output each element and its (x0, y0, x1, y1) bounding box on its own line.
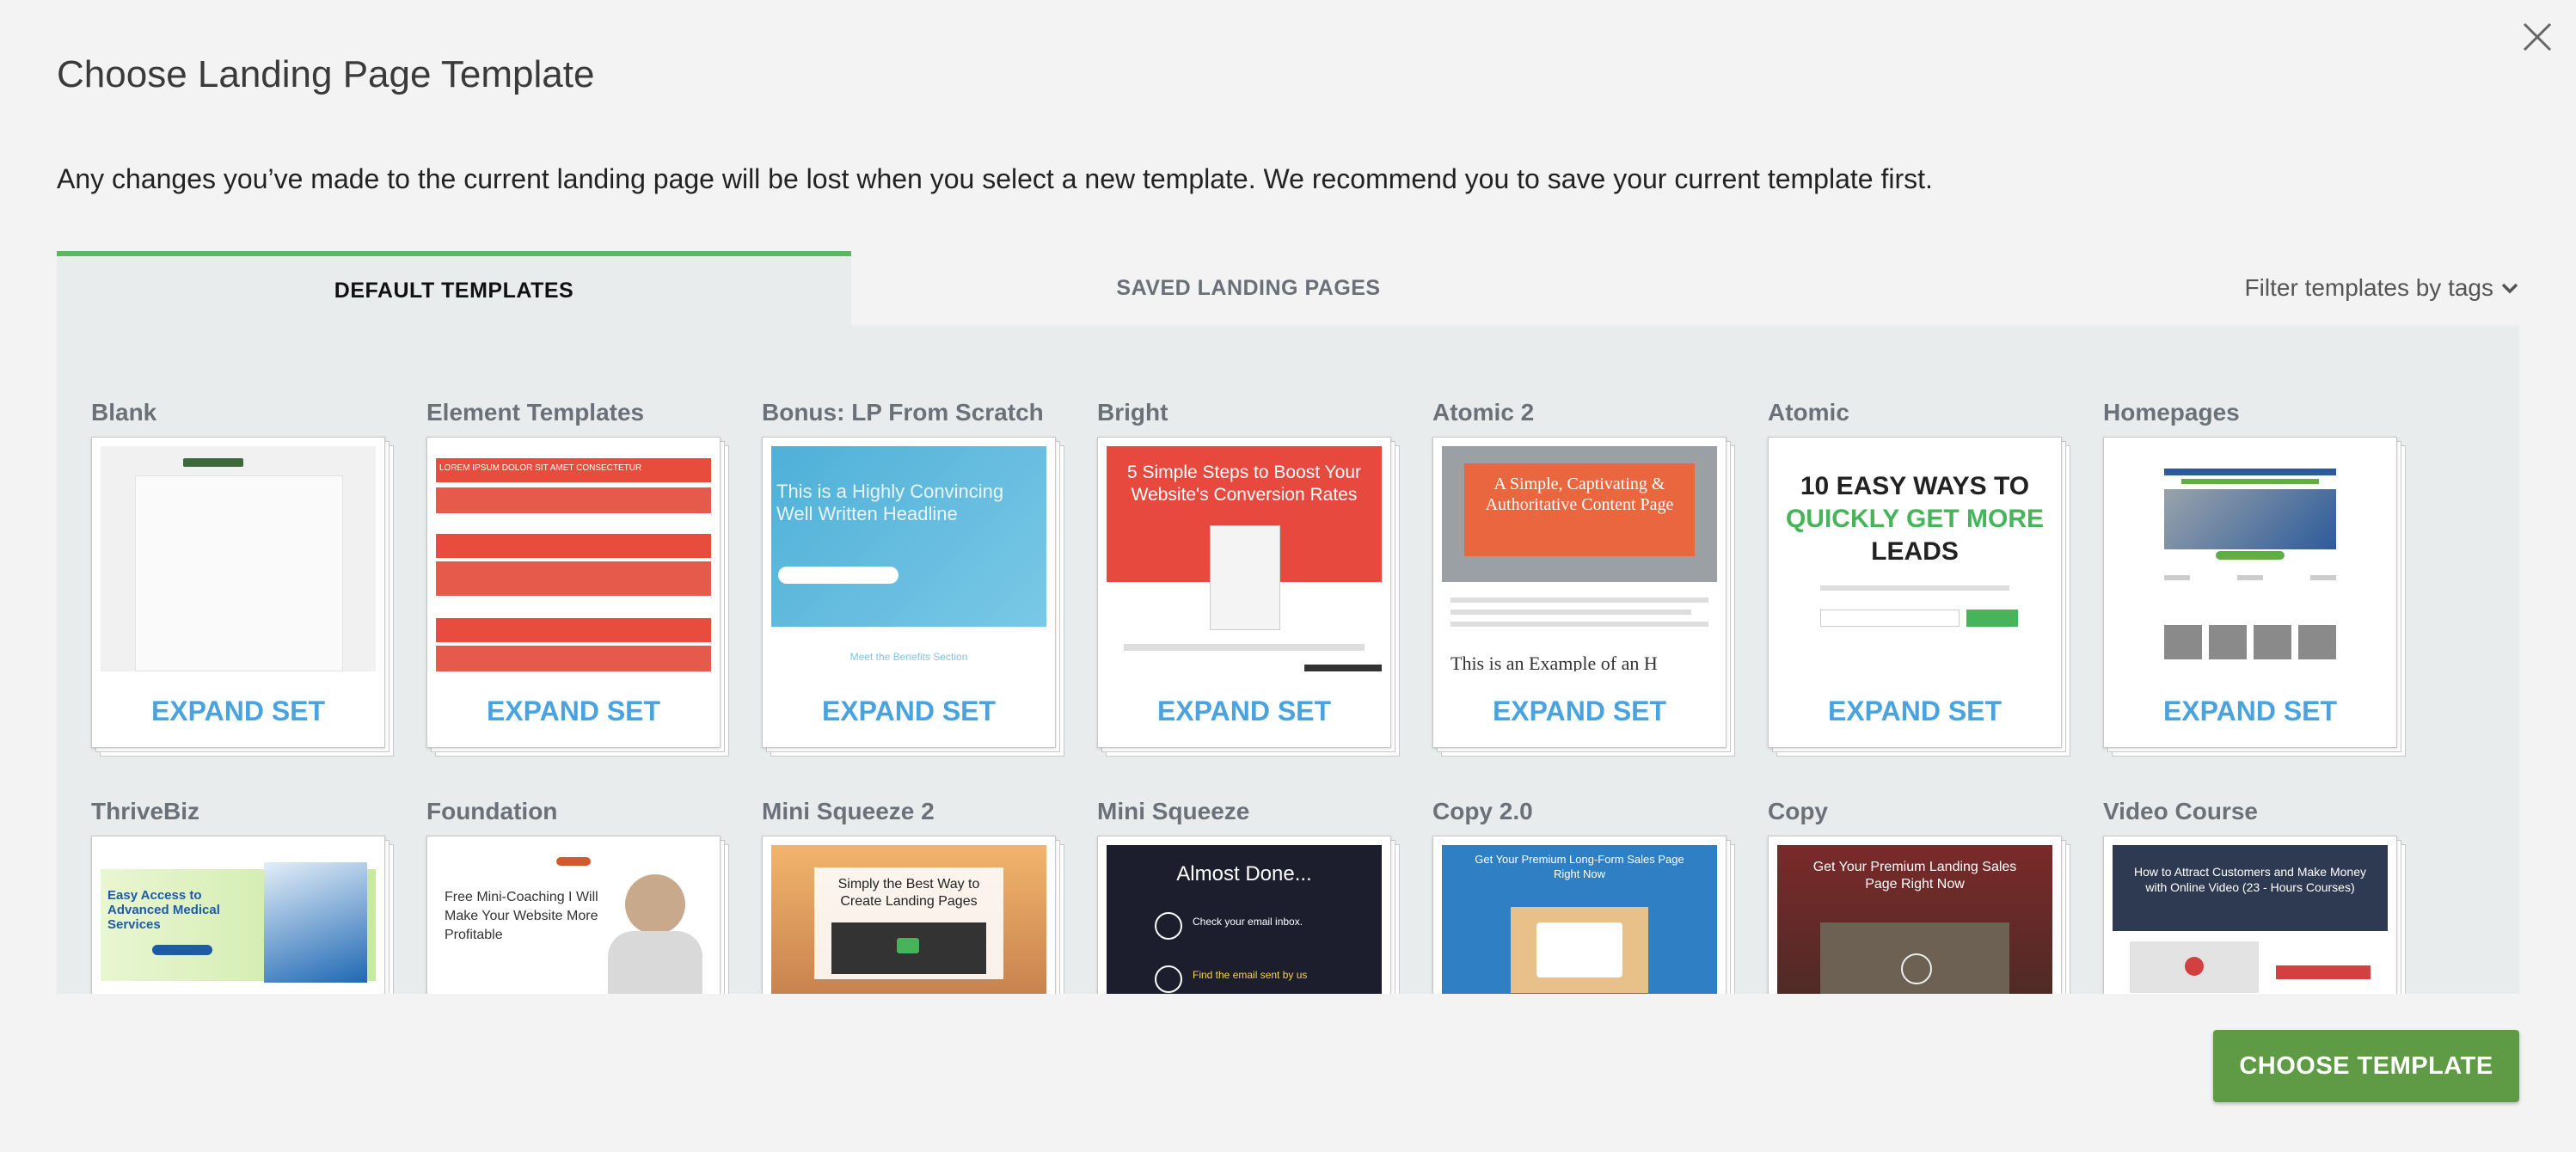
template-preview[interactable]: Get Your Premium Landing Sales Page Righ… (1768, 836, 2070, 994)
template-grid: Blank EXPAND SET Element Templates LOREM… (57, 325, 2519, 994)
template-set-card: Atomic 10 EASY WAYS TO QUICKLY GET MORE … (1768, 399, 2072, 757)
filter-tags-dropdown[interactable]: Filter templates by tags (2245, 251, 2519, 325)
template-set-card: Bonus: LP From Scratch This is a Highly … (762, 399, 1066, 757)
homepages-thumbnail (2113, 446, 2388, 671)
template-set-name: Blank (91, 399, 157, 426)
close-button[interactable] (2519, 19, 2555, 55)
expand-set-button[interactable]: EXPAND SET (92, 695, 384, 727)
template-preview[interactable]: This is a Highly Convincing Well Written… (762, 437, 1064, 757)
template-set-name: ThriveBiz (91, 798, 200, 824)
template-preview[interactable]: EXPAND SET (2103, 437, 2406, 757)
template-set-name: Element Templates (426, 399, 645, 426)
mini-squeeze-thumbnail: Almost Done... Check your email inbox. F… (1107, 845, 1382, 994)
mini-squeeze-2-thumbnail: Simply the Best Way to Create Landing Pa… (771, 845, 1046, 994)
template-preview[interactable]: LOREM IPSUM DOLOR SIT AMET CONSECTETUR E… (426, 437, 729, 757)
template-set-card: Bright 5 Simple Steps to Boost Your Webs… (1097, 399, 1401, 757)
template-set-card: Video Course How to Attract Customers an… (2103, 798, 2407, 994)
template-tabs: DEFAULT TEMPLATES SAVED LANDING PAGES Fi… (57, 251, 2519, 325)
template-preview[interactable]: Easy Access to Advanced Medical Services (91, 836, 394, 994)
element-templates-thumbnail: LOREM IPSUM DOLOR SIT AMET CONSECTETUR (436, 446, 711, 671)
tab-saved-landing-pages[interactable]: SAVED LANDING PAGES (851, 251, 1646, 325)
tab-default-templates[interactable]: DEFAULT TEMPLATES (57, 251, 851, 325)
template-set-card: Element Templates LOREM IPSUM DOLOR SIT … (426, 399, 731, 757)
blank-thumbnail (101, 446, 376, 671)
template-set-name: Bright (1097, 399, 1168, 426)
template-set-card: Atomic 2 A Simple, Captivating & Authori… (1432, 399, 1737, 757)
expand-set-button[interactable]: EXPAND SET (1433, 695, 1726, 727)
foundation-thumbnail: Free Mini-Coaching I Will Make Your Webs… (436, 845, 711, 994)
template-set-name: Atomic (1768, 399, 1849, 426)
expand-set-button[interactable]: EXPAND SET (2104, 695, 2396, 727)
copy-thumbnail: Get Your Premium Landing Sales Page Righ… (1777, 845, 2052, 994)
bright-thumbnail: 5 Simple Steps to Boost Your Website's C… (1107, 446, 1382, 671)
tab-label: DEFAULT TEMPLATES (334, 278, 574, 303)
template-set-card: Mini Squeeze 2 Simply the Best Way to Cr… (762, 798, 1066, 994)
close-icon (2523, 22, 2552, 52)
template-preview[interactable]: Free Mini-Coaching I Will Make Your Webs… (426, 836, 729, 994)
warning-notice: Any changes you’ve made to the current l… (57, 163, 1933, 194)
expand-set-button[interactable]: EXPAND SET (1769, 695, 2061, 727)
template-preview[interactable]: 10 EASY WAYS TO QUICKLY GET MORE LEADS E… (1768, 437, 2070, 757)
template-preview[interactable]: EXPAND SET (91, 437, 394, 757)
template-set-card: Foundation Free Mini-Coaching I Will Mak… (426, 798, 731, 994)
choose-template-button[interactable]: CHOOSE TEMPLATE (2213, 1030, 2519, 1102)
chevron-down-icon (2501, 283, 2518, 294)
dialog-title: Choose Landing Page Template (57, 53, 595, 95)
expand-set-button[interactable]: EXPAND SET (427, 695, 720, 727)
expand-set-button[interactable]: EXPAND SET (763, 695, 1055, 727)
template-set-name: Mini Squeeze (1097, 798, 1250, 824)
template-set-card: Copy 2.0 Get Your Premium Long-Form Sale… (1432, 798, 1737, 994)
lp-from-scratch-thumbnail: This is a Highly Convincing Well Written… (771, 446, 1046, 671)
template-set-card: Mini Squeeze Almost Done... Check your e… (1097, 798, 1401, 994)
template-preview[interactable]: Get Your Premium Long-Form Sales Page Ri… (1432, 836, 1735, 994)
atomic-2-thumbnail: A Simple, Captivating & Authoritative Co… (1442, 446, 1717, 671)
template-preview[interactable]: A Simple, Captivating & Authoritative Co… (1432, 437, 1735, 757)
template-set-name: Homepages (2103, 399, 2240, 426)
template-preview[interactable]: How to Attract Customers and Make Money … (2103, 836, 2406, 994)
expand-set-button[interactable]: EXPAND SET (1098, 695, 1390, 727)
template-set-card: Homepages EXPAND SET (2103, 399, 2407, 757)
template-preview[interactable]: 5 Simple Steps to Boost Your Website's C… (1097, 437, 1400, 757)
template-preview[interactable]: Almost Done... Check your email inbox. F… (1097, 836, 1400, 994)
template-set-name: Bonus: LP From Scratch (762, 399, 1044, 426)
template-set-name: Mini Squeeze 2 (762, 798, 935, 824)
tab-label: SAVED LANDING PAGES (1116, 275, 1381, 300)
template-set-name: Atomic 2 (1432, 399, 1535, 426)
template-set-name: Copy (1768, 798, 1828, 824)
template-set-card: Copy Get Your Premium Landing Sales Page… (1768, 798, 2072, 994)
copy-2-thumbnail: Get Your Premium Long-Form Sales Page Ri… (1442, 845, 1717, 994)
template-set-card: Blank EXPAND SET (91, 399, 396, 757)
thrivebiz-thumbnail: Easy Access to Advanced Medical Services (101, 845, 376, 994)
template-set-name: Video Course (2103, 798, 2258, 824)
filter-label: Filter templates by tags (2244, 274, 2493, 301)
template-set-card: ThriveBiz Easy Access to Advanced Medica… (91, 798, 396, 994)
template-set-name: Foundation (426, 798, 558, 824)
template-set-name: Copy 2.0 (1432, 798, 1533, 824)
atomic-thumbnail: 10 EASY WAYS TO QUICKLY GET MORE LEADS (1777, 446, 2052, 671)
video-course-thumbnail: How to Attract Customers and Make Money … (2113, 845, 2388, 994)
template-preview[interactable]: Simply the Best Way to Create Landing Pa… (762, 836, 1064, 994)
